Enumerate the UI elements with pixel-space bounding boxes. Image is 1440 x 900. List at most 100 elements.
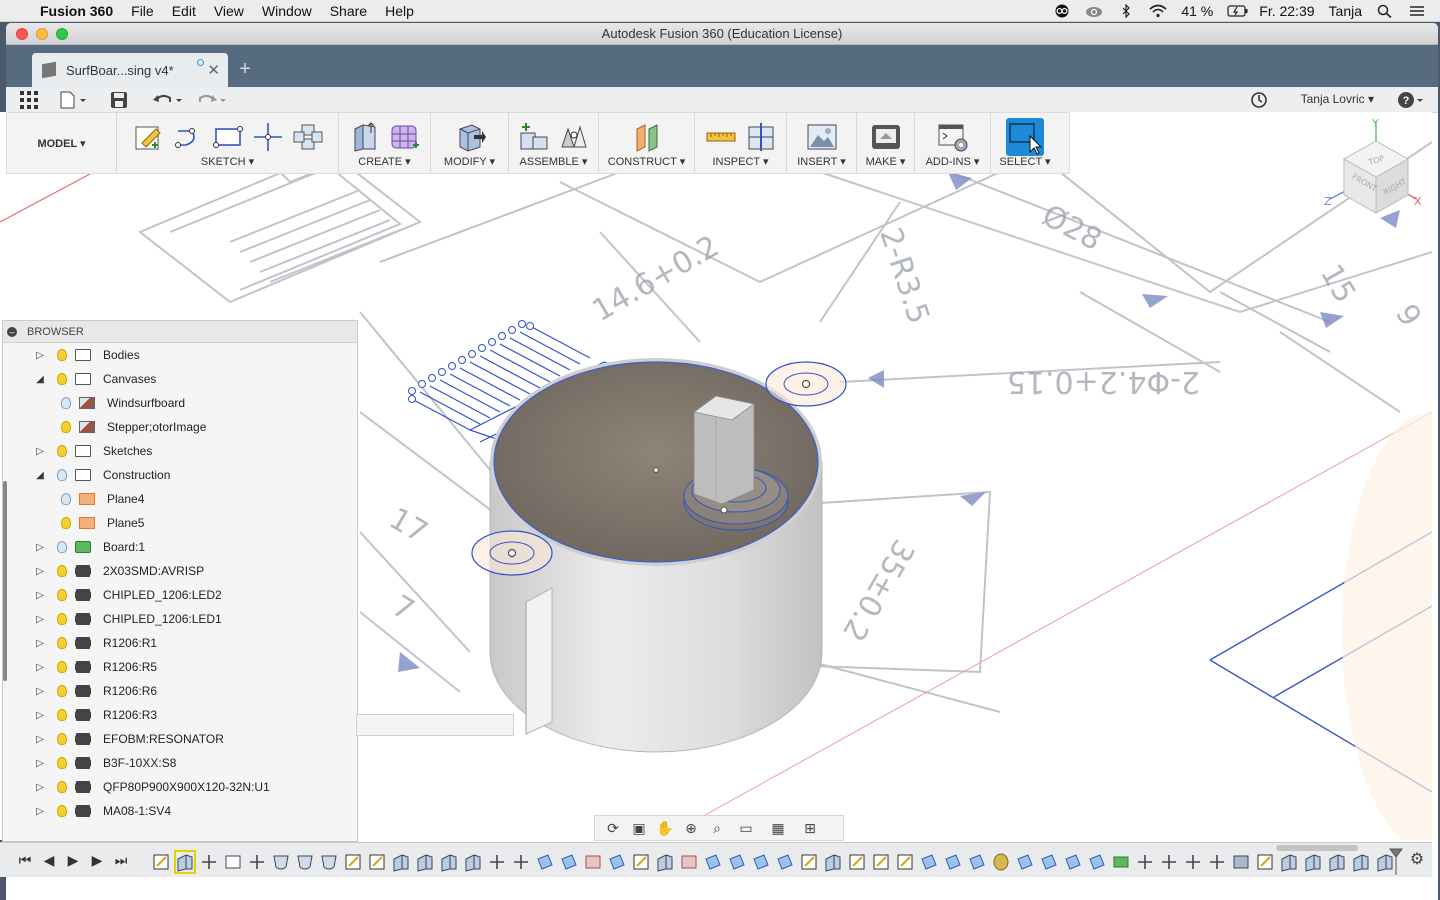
document-tab[interactable]: SurfBoar...sing v4* ✕ <box>32 53 228 87</box>
timeline-feature-move-icon[interactable] <box>490 855 504 869</box>
3d-print-icon[interactable] <box>870 121 902 153</box>
joint-icon[interactable] <box>558 121 590 153</box>
collapse-arrow-icon[interactable]: ◢ <box>33 374 47 385</box>
timeline-feature-move-icon[interactable] <box>514 855 528 869</box>
visibility-bulb-icon[interactable] <box>57 373 67 385</box>
grid-settings-icon[interactable]: ▦ <box>765 820 791 836</box>
expand-arrow-icon[interactable]: ▷ <box>33 806 47 817</box>
assemble-menu-label[interactable]: ASSEMBLE ▾ <box>509 155 598 169</box>
timeline-feature-plane-icon[interactable] <box>945 854 961 870</box>
modify-menu-label[interactable]: MODIFY ▾ <box>431 155 508 169</box>
timeline-end-icon[interactable]: ⏭ <box>112 851 130 869</box>
arc-icon[interactable] <box>172 121 204 153</box>
timeline-feature-sketch-icon[interactable] <box>873 854 889 870</box>
visibility-bulb-icon[interactable] <box>57 757 67 769</box>
timeline-feature-fillet-icon[interactable] <box>321 855 337 870</box>
timeline-feature-move-icon[interactable] <box>1186 855 1200 869</box>
timeline-feature-plane-icon[interactable] <box>921 854 937 870</box>
visibility-bulb-icon[interactable] <box>61 421 71 433</box>
timeline-feature-plane-icon[interactable] <box>609 854 625 870</box>
timeline-feature-component-icon[interactable] <box>993 853 1009 871</box>
job-status-clock-icon[interactable] <box>1250 91 1268 109</box>
hole-marker-left[interactable] <box>471 530 553 576</box>
measure-icon[interactable] <box>705 121 737 153</box>
menu-edit[interactable]: Edit <box>172 3 196 19</box>
visibility-bulb-icon[interactable] <box>57 469 67 481</box>
select-menu-label[interactable]: SELECT ▾ <box>991 155 1059 169</box>
timeline-feature-plane-icon[interactable] <box>537 854 553 870</box>
form-icon[interactable] <box>389 121 421 153</box>
timeline-feature-move-icon[interactable] <box>1210 855 1224 869</box>
timeline-feature-sketch-icon[interactable] <box>801 854 817 870</box>
menu-share[interactable]: Share <box>330 3 367 19</box>
timeline-feature-plane-icon[interactable] <box>969 854 985 870</box>
menu-view[interactable]: View <box>214 3 244 19</box>
browser-item[interactable]: Plane5 <box>3 511 357 535</box>
timeline-feature-sketch-icon[interactable] <box>633 854 649 870</box>
collapse-arrow-icon[interactable]: ◢ <box>33 470 47 481</box>
timeline-feature-extrude-icon[interactable] <box>417 854 433 872</box>
browser-item[interactable]: ▷ EFOBM:RESONATOR <box>3 727 357 751</box>
timeline-feature-sketch-icon[interactable] <box>897 854 913 870</box>
menu-help[interactable]: Help <box>385 3 414 19</box>
sync-cloud-icon[interactable] <box>1085 4 1103 18</box>
inspect-menu-label[interactable]: INSPECT ▾ <box>695 155 786 169</box>
browser-item[interactable]: ▷ QFP80P900X900X120-32N:U1 <box>3 775 357 799</box>
orbit-icon[interactable]: ⟳ <box>603 820 623 836</box>
timeline-features[interactable] <box>146 847 1406 877</box>
zoom-window-button[interactable] <box>56 28 68 40</box>
timeline-prev-icon[interactable]: ◀ <box>40 851 58 869</box>
timeline-feature-sketch-icon[interactable] <box>849 854 865 870</box>
timeline-settings-icon[interactable]: ⚙ <box>1408 851 1426 869</box>
timeline-feature-plane-icon[interactable] <box>1017 854 1033 870</box>
addins-menu-label[interactable]: ADD-INS ▾ <box>915 155 990 169</box>
create-menu-label[interactable]: CREATE ▾ <box>339 155 430 169</box>
expand-arrow-icon[interactable]: ▷ <box>33 638 47 649</box>
timeline-next-icon[interactable]: ▶ <box>88 851 106 869</box>
timeline-feature-plane-icon[interactable] <box>561 854 577 870</box>
select-icon[interactable] <box>1006 118 1044 156</box>
timeline-play-icon[interactable]: ▶ <box>64 851 82 869</box>
undo-icon[interactable] <box>152 91 184 109</box>
timeline-feature-sketch-icon[interactable] <box>369 854 385 870</box>
viewports-icon[interactable]: ⊞ <box>797 820 823 836</box>
menubar-clock[interactable]: Fr. 22:39 <box>1259 3 1314 19</box>
browser-item[interactable]: Plane4 <box>3 487 357 511</box>
timeline-feature-move-icon[interactable] <box>1138 855 1152 869</box>
section-analysis-icon[interactable] <box>745 121 777 153</box>
browser-item[interactable]: ▷ R1206:R5 <box>3 655 357 679</box>
timeline-feature-plane-icon[interactable] <box>1041 854 1057 870</box>
pan-hand-icon[interactable]: ✋ <box>655 820 675 836</box>
timeline-feature-plane-icon[interactable] <box>729 854 745 870</box>
browser-item[interactable]: ◢ Canvases <box>3 367 357 391</box>
visibility-bulb-icon[interactable] <box>57 613 67 625</box>
timeline-start-icon[interactable]: ⏮ <box>16 851 34 869</box>
offset-plane-icon[interactable] <box>631 121 663 153</box>
visibility-bulb-icon[interactable] <box>57 661 67 673</box>
browser-item[interactable]: ▷ R1206:R3 <box>3 703 357 727</box>
timeline-feature-extrude-icon[interactable] <box>1281 854 1297 872</box>
browser-item[interactable]: Stepper;otorImage <box>3 415 357 439</box>
redo-icon[interactable] <box>196 91 228 109</box>
sketch-menu-label[interactable]: SKETCH ▾ <box>117 155 338 169</box>
timeline-feature-plane-icon[interactable] <box>705 854 721 870</box>
visibility-bulb-icon[interactable] <box>61 517 71 529</box>
data-panel-grid-icon[interactable] <box>20 91 38 109</box>
zoom-icon[interactable]: ⊕ <box>681 820 701 836</box>
timeline-feature-sketch-icon[interactable] <box>1257 854 1273 870</box>
expand-arrow-icon[interactable]: ▷ <box>33 566 47 577</box>
timeline-feature-plane-icon[interactable] <box>1065 854 1081 870</box>
visibility-bulb-icon[interactable] <box>57 565 67 577</box>
save-icon[interactable] <box>110 91 128 109</box>
timeline-feature-plane-icon[interactable] <box>777 854 793 870</box>
browser-item[interactable]: ◢ Construction <box>3 463 357 487</box>
expand-arrow-icon[interactable]: ▷ <box>33 590 47 601</box>
help-icon[interactable]: ? <box>1398 91 1424 109</box>
timeline-feature-extrude-icon[interactable] <box>825 854 841 872</box>
visibility-bulb-icon[interactable] <box>57 541 67 553</box>
spotlight-search-icon[interactable] <box>1376 4 1394 19</box>
browser-header[interactable]: – BROWSER <box>3 321 357 343</box>
file-menu-icon[interactable] <box>60 91 90 109</box>
timeline-feature-extrude-icon[interactable] <box>1329 854 1345 872</box>
menubar-user[interactable]: Tanja <box>1329 3 1362 19</box>
